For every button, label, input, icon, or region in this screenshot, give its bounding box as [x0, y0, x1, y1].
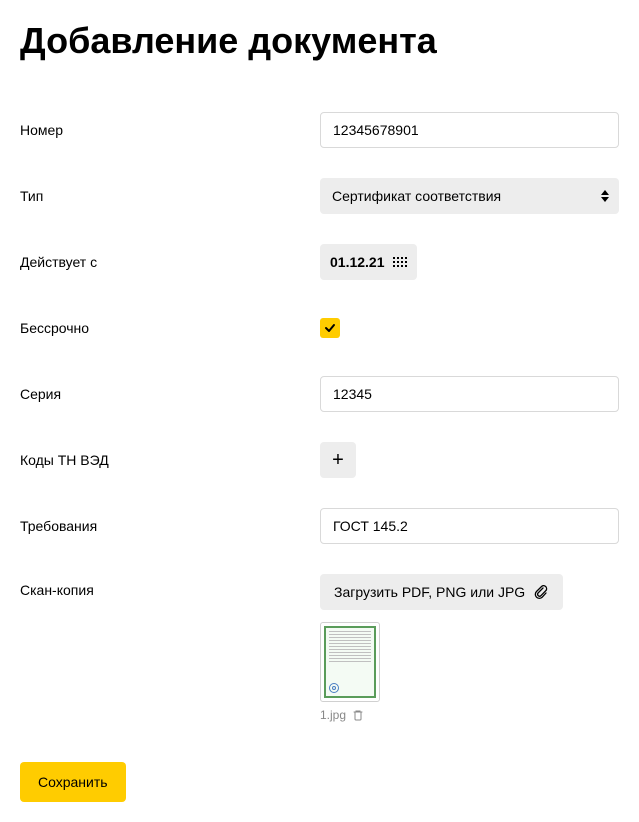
type-select-value: Сертификат соответствия [320, 178, 619, 214]
row-type: Тип Сертификат соответствия [20, 178, 619, 214]
file-name: 1.jpg [320, 708, 346, 722]
label-valid-from: Действует с [20, 254, 320, 270]
file-thumbnail[interactable] [320, 622, 380, 702]
label-scan-copy: Скан-копия [20, 574, 320, 598]
label-unlimited: Бессрочно [20, 320, 320, 336]
label-tnved: Коды ТН ВЭД [20, 452, 320, 468]
row-unlimited: Бессрочно [20, 310, 619, 346]
row-number: Номер [20, 112, 619, 148]
type-select[interactable]: Сертификат соответствия [320, 178, 619, 214]
trash-icon[interactable] [352, 709, 364, 721]
number-input[interactable] [320, 112, 619, 148]
upload-button-label: Загрузить PDF, PNG или JPG [334, 584, 525, 600]
label-series: Серия [20, 386, 320, 402]
paperclip-icon [533, 584, 549, 600]
add-tnved-button[interactable]: + [320, 442, 356, 478]
series-input[interactable] [320, 376, 619, 412]
label-type: Тип [20, 188, 320, 204]
row-scan-copy: Скан-копия Загрузить PDF, PNG или JPG [20, 574, 619, 722]
upload-button[interactable]: Загрузить PDF, PNG или JPG [320, 574, 563, 610]
page-title: Добавление документа [20, 20, 619, 62]
valid-from-date-picker[interactable]: 01.12.21 [320, 244, 417, 280]
file-preview: 1.jpg [320, 622, 619, 722]
label-number: Номер [20, 122, 320, 138]
label-requirements: Требования [20, 518, 320, 534]
check-icon [324, 322, 336, 334]
save-button[interactable]: Сохранить [20, 762, 126, 802]
unlimited-checkbox[interactable] [320, 318, 340, 338]
row-valid-from: Действует с 01.12.21 [20, 244, 619, 280]
plus-icon: + [332, 449, 344, 472]
row-tnved: Коды ТН ВЭД + [20, 442, 619, 478]
date-value: 01.12.21 [330, 254, 385, 270]
row-series: Серия [20, 376, 619, 412]
row-requirements: Требования [20, 508, 619, 544]
calendar-icon [393, 257, 407, 267]
requirements-input[interactable] [320, 508, 619, 544]
